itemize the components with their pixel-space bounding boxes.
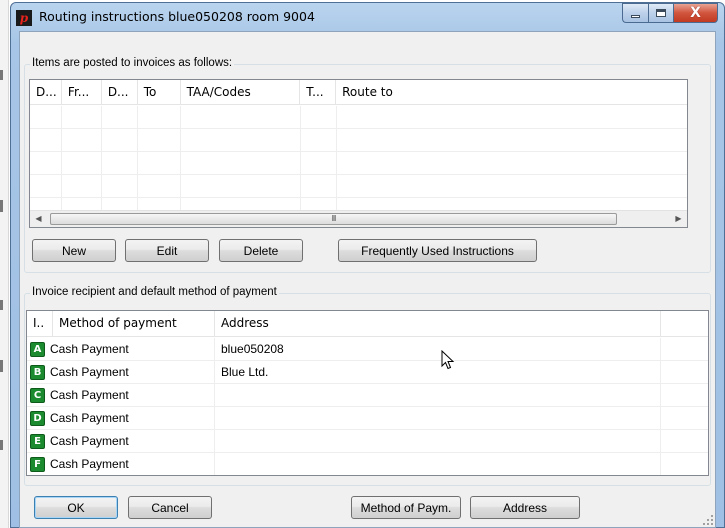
column-header[interactable]: D...: [102, 80, 138, 105]
scrollbar-grip: III: [331, 214, 337, 223]
payment-method-text: Cash Payment: [50, 342, 129, 356]
method-cell: D Cash Payment: [27, 407, 215, 429]
recipient-row[interactable]: E Cash Payment: [27, 430, 708, 453]
mouse-pointer-icon: [441, 350, 455, 370]
scroll-left-arrow-icon[interactable]: ◀: [30, 211, 47, 227]
recipient-row[interactable]: B Cash Payment Blue Ltd.: [27, 361, 708, 384]
background-mark: [0, 440, 3, 450]
payment-method-text: Cash Payment: [50, 411, 129, 425]
recipient-row[interactable]: A Cash Payment blue050208: [27, 338, 708, 361]
method-cell: A Cash Payment: [27, 338, 215, 360]
routing-items-list[interactable]: D... Fr... D... To TAA/Codes T... Route …: [29, 79, 688, 228]
empty-grid-row: [30, 152, 687, 175]
background-mark: [0, 200, 3, 212]
method-cell: F Cash Payment: [27, 453, 215, 475]
app-logo-icon: p: [16, 10, 32, 26]
window-title: Routing instructions blue050208 room 900…: [39, 9, 315, 24]
edit-button[interactable]: Edit: [125, 239, 209, 262]
invoice-recipient-group: Invoice recipient and default method of …: [24, 286, 711, 486]
address-cell: [215, 430, 661, 452]
empty-grid-row: [30, 129, 687, 152]
invoice-letter-badge-icon: B: [30, 364, 45, 380]
invoice-letter-badge-icon: C: [30, 387, 45, 403]
desktop-background-edge: [0, 0, 9, 528]
column-header[interactable]: D...: [30, 80, 62, 105]
invoice-recipient-list[interactable]: I.. Method of payment Address A Cash Pay…: [26, 310, 709, 476]
minimize-icon: [631, 14, 640, 18]
column-header[interactable]: To: [138, 80, 181, 105]
resize-grip-icon[interactable]: [702, 514, 714, 526]
method-of-payment-button[interactable]: Method of Paym.: [351, 496, 461, 519]
payment-method-text: Cash Payment: [50, 457, 129, 471]
invoice-letter-badge-icon: D: [30, 410, 45, 426]
method-cell: E Cash Payment: [27, 430, 215, 452]
scrollbar-thumb[interactable]: III: [50, 213, 617, 225]
column-header[interactable]: I..: [27, 311, 53, 336]
routing-list-header: D... Fr... D... To TAA/Codes T... Route …: [30, 80, 687, 105]
frequently-used-instructions-button[interactable]: Frequently Used Instructions: [338, 239, 537, 262]
address-cell: [215, 384, 661, 406]
close-icon: X: [690, 5, 701, 21]
address-cell: blue050208: [215, 338, 661, 360]
delete-button[interactable]: Delete: [219, 239, 303, 262]
payment-method-text: Cash Payment: [50, 434, 129, 448]
column-header[interactable]: TAA/Codes: [181, 80, 301, 105]
invoice-letter-badge-icon: A: [30, 341, 45, 357]
maximize-button[interactable]: [648, 3, 674, 23]
recipient-row[interactable]: C Cash Payment: [27, 384, 708, 407]
recipient-list-header: I.. Method of payment Address: [27, 311, 708, 337]
recipient-row[interactable]: D Cash Payment: [27, 407, 708, 430]
cancel-button[interactable]: Cancel: [128, 496, 212, 519]
address-cell: [215, 407, 661, 429]
payment-method-text: Cash Payment: [50, 388, 129, 402]
scroll-right-arrow-icon[interactable]: ▶: [670, 211, 687, 227]
routing-instructions-dialog: p Routing instructions blue050208 room 9…: [10, 2, 725, 528]
address-button[interactable]: Address: [470, 496, 580, 519]
recipient-row[interactable]: F Cash Payment: [27, 453, 708, 475]
routing-group-title: Items are posted to invoices as follows:: [30, 57, 235, 69]
column-header[interactable]: Fr...: [62, 80, 102, 105]
minimize-button[interactable]: [622, 3, 648, 23]
empty-grid-row: [30, 175, 687, 198]
invoice-letter-badge-icon: F: [30, 456, 45, 472]
empty-grid-row: [30, 106, 687, 129]
title-bar[interactable]: p Routing instructions blue050208 room 9…: [11, 3, 724, 33]
method-cell: B Cash Payment: [27, 361, 215, 383]
column-header[interactable]: Route to: [336, 80, 687, 105]
maximize-icon: [656, 9, 666, 17]
close-button[interactable]: X: [674, 3, 718, 23]
column-header[interactable]: T...: [300, 80, 337, 105]
ok-button[interactable]: OK: [34, 496, 118, 519]
column-header[interactable]: Method of payment: [53, 311, 215, 336]
invoice-letter-badge-icon: E: [30, 433, 45, 449]
background-mark: [0, 360, 3, 372]
routing-horizontal-scrollbar[interactable]: ◀ III ▶: [30, 210, 687, 227]
column-header[interactable]: Address: [215, 311, 661, 336]
address-cell: [215, 453, 661, 475]
method-cell: C Cash Payment: [27, 384, 215, 406]
dialog-client-area: Items are posted to invoices as follows:…: [19, 31, 716, 528]
background-mark: [0, 300, 3, 310]
window-controls: X: [622, 3, 718, 23]
address-cell: Blue Ltd.: [215, 361, 661, 383]
payment-method-text: Cash Payment: [50, 365, 129, 379]
new-button[interactable]: New: [32, 239, 116, 262]
routing-items-group: Items are posted to invoices as follows:…: [24, 57, 711, 273]
background-mark: [0, 70, 3, 80]
recipient-group-title: Invoice recipient and default method of …: [30, 286, 279, 298]
